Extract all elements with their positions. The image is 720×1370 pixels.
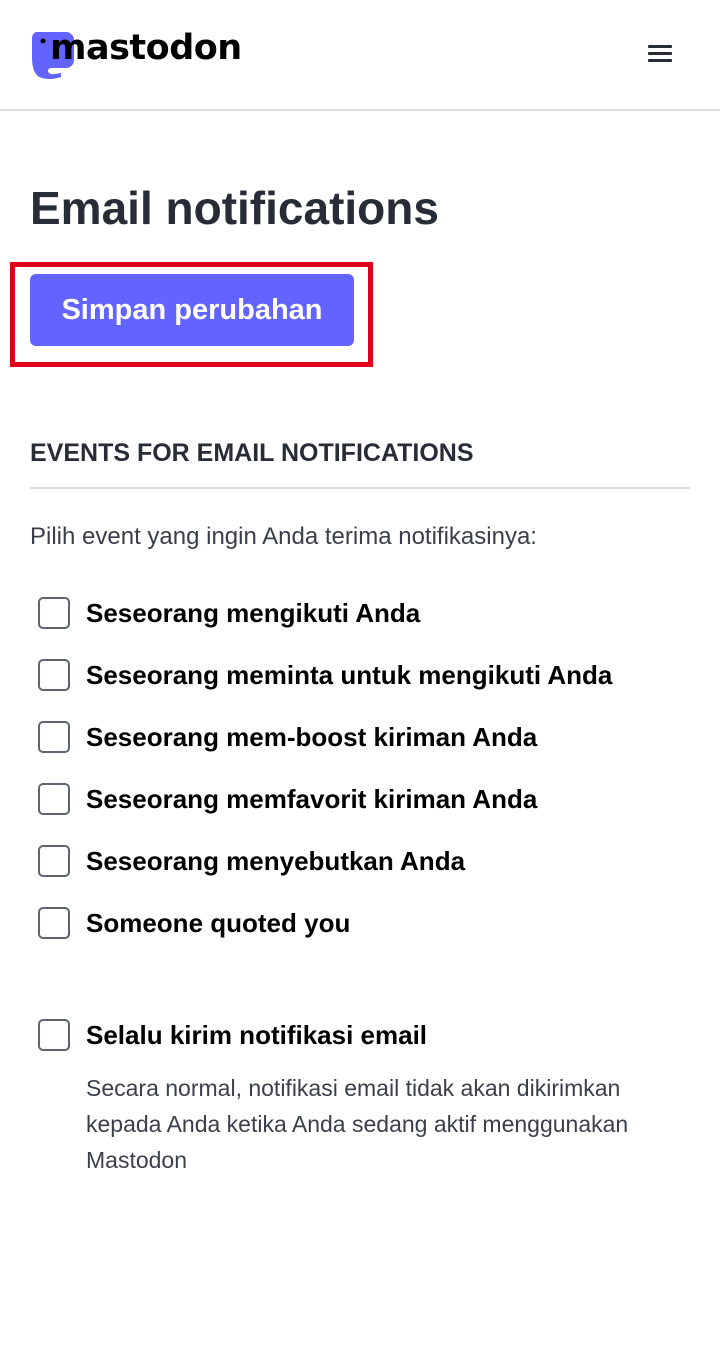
option-label: Selalu kirim notifikasi email (86, 1020, 428, 1050)
option-label: Seseorang meminta untuk mengikuti Anda (86, 660, 613, 690)
site-header: mastodon (0, 0, 720, 111)
section-divider (30, 487, 690, 489)
option-label: Seseorang mengikuti Anda (86, 598, 421, 628)
save-changes-button[interactable]: Simpan perubahan (30, 274, 354, 346)
boost-checkbox[interactable] (38, 721, 70, 753)
follow-checkbox[interactable] (38, 597, 70, 629)
option-label: Seseorang menyebutkan Anda (86, 846, 466, 876)
page-title: Email notifications (30, 182, 439, 234)
follow-request-checkbox[interactable] (38, 659, 70, 691)
option-label: Seseorang mem-boost kiriman Anda (86, 722, 538, 752)
option-label: Seseorang memfavorit kiriman Anda (86, 784, 538, 814)
mention-checkbox[interactable] (38, 845, 70, 877)
quote-checkbox[interactable] (38, 907, 70, 939)
always-send-checkbox[interactable] (38, 1019, 70, 1051)
hamburger-menu-icon[interactable] (640, 36, 680, 72)
always-send-hint: Secara normal, notifikasi email tidak ak… (86, 1075, 629, 1173)
mastodon-logo[interactable]: mastodon (30, 28, 242, 82)
favourite-checkbox[interactable] (38, 783, 70, 815)
section-intro: Pilih event yang ingin Anda terima notif… (30, 523, 537, 550)
option-label: Someone quoted you (86, 908, 351, 938)
logo-wordmark: mastodon (50, 28, 242, 68)
section-heading: EVENTS FOR EMAIL NOTIFICATIONS (30, 439, 474, 467)
